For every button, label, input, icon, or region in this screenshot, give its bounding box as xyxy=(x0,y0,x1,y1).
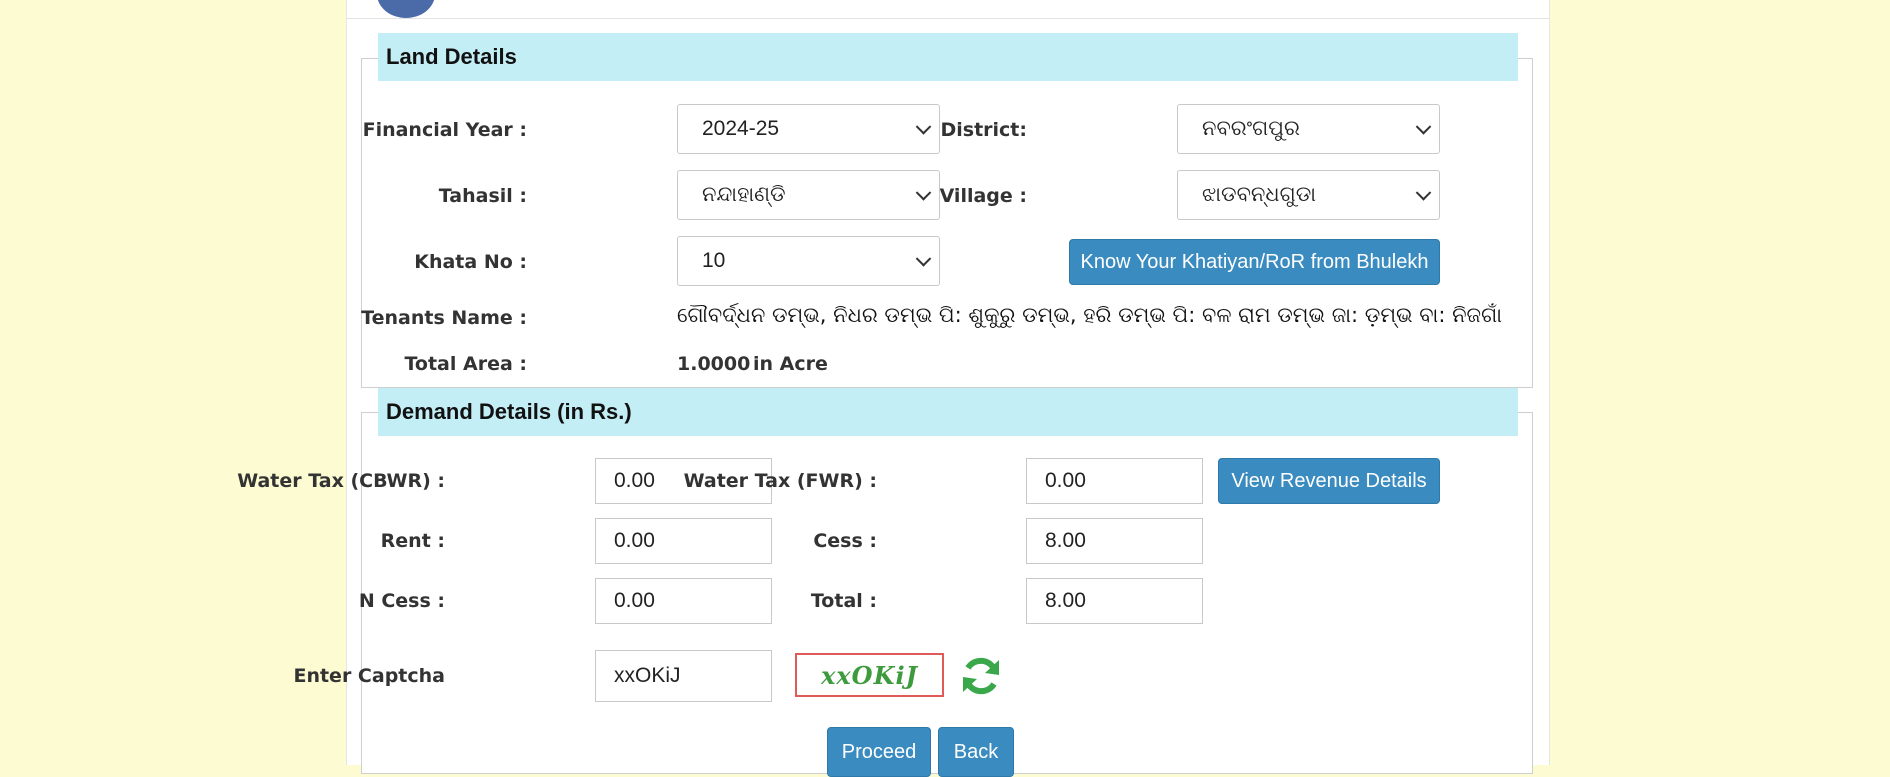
water-tax-fwr-input[interactable]: 0.00 xyxy=(1026,458,1203,504)
tenants-name-label: Tenants Name : xyxy=(361,307,527,329)
total-area-label: Total Area : xyxy=(404,353,527,375)
district-select[interactable]: ନବରଂଗପୁର xyxy=(1177,104,1440,154)
village-value: ଝାଡବନ୍ଧଗୁଡା xyxy=(1202,183,1317,206)
total-label: Total : xyxy=(810,590,877,612)
cess-input[interactable]: 8.00 xyxy=(1026,518,1203,564)
water-tax-fwr-label: Water Tax (FWR) : xyxy=(683,470,877,492)
rent-label: Rent : xyxy=(380,530,445,552)
financial-year-value: 2024-25 xyxy=(702,117,780,140)
village-label: Village : xyxy=(939,185,1027,207)
total-area-unit: in Acre xyxy=(753,353,828,375)
district-label: District: xyxy=(940,119,1027,141)
chevron-down-icon xyxy=(915,119,932,135)
total-input[interactable]: 8.00 xyxy=(1026,578,1203,624)
n-cess-label: N Cess : xyxy=(358,590,445,612)
chevron-down-icon xyxy=(915,185,932,201)
rent-input[interactable]: 0.00 xyxy=(595,518,772,564)
land-details-legend: Land Details xyxy=(378,33,1518,81)
view-revenue-details-button[interactable]: View Revenue Details xyxy=(1218,458,1440,504)
financial-year-label: Financial Year : xyxy=(362,119,527,141)
tahasil-label: Tahasil : xyxy=(438,185,527,207)
captcha-image-text: xxOKiJ xyxy=(821,660,918,690)
back-button[interactable]: Back xyxy=(938,727,1014,777)
financial-year-select[interactable]: 2024-25 xyxy=(677,104,940,154)
khata-no-label: Khata No : xyxy=(414,251,527,273)
village-select[interactable]: ଝାଡବନ୍ଧଗୁଡା xyxy=(1177,170,1440,220)
captcha-input[interactable]: xxOKiJ xyxy=(595,650,772,702)
tahasil-select[interactable]: ନନ୍ଦାହାଣ୍ଡି xyxy=(677,170,940,220)
logo-icon xyxy=(377,0,435,18)
page-container: Land Details Financial Year : 2024-25 Di… xyxy=(237,0,1550,777)
cess-label: Cess : xyxy=(813,530,877,552)
chevron-down-icon xyxy=(915,251,932,267)
captcha-label: Enter Captcha xyxy=(293,665,445,687)
total-area-value: 1.0000 xyxy=(677,353,751,375)
district-value: ନବରଂଗପୁର xyxy=(1202,117,1300,140)
khata-no-value: 10 xyxy=(702,249,726,272)
tenants-name-value: ଗୌବର୍ଦ୍ଧନ ଡମ୍ଭ, ନିଧର ଡମ୍ଭ ପି: ଶୁକୁରୁ ଡମ୍… xyxy=(677,303,1502,327)
proceed-button[interactable]: Proceed xyxy=(827,727,931,777)
chevron-down-icon xyxy=(1415,185,1432,201)
top-bar xyxy=(347,0,1549,19)
tahasil-value: ନନ୍ଦାହାଣ୍ଡି xyxy=(702,183,786,206)
demand-details-legend: Demand Details (in Rs.) xyxy=(378,388,1518,436)
water-tax-cbwr-label: Water Tax (CBWR) : xyxy=(237,470,445,492)
refresh-icon[interactable] xyxy=(959,654,1003,698)
n-cess-input[interactable]: 0.00 xyxy=(595,578,772,624)
bhulekh-button[interactable]: Know Your Khatiyan/RoR from Bhulekh xyxy=(1069,239,1440,285)
chevron-down-icon xyxy=(1415,119,1432,135)
captcha-image: xxOKiJ xyxy=(795,653,944,697)
khata-no-select[interactable]: 10 xyxy=(677,236,940,286)
